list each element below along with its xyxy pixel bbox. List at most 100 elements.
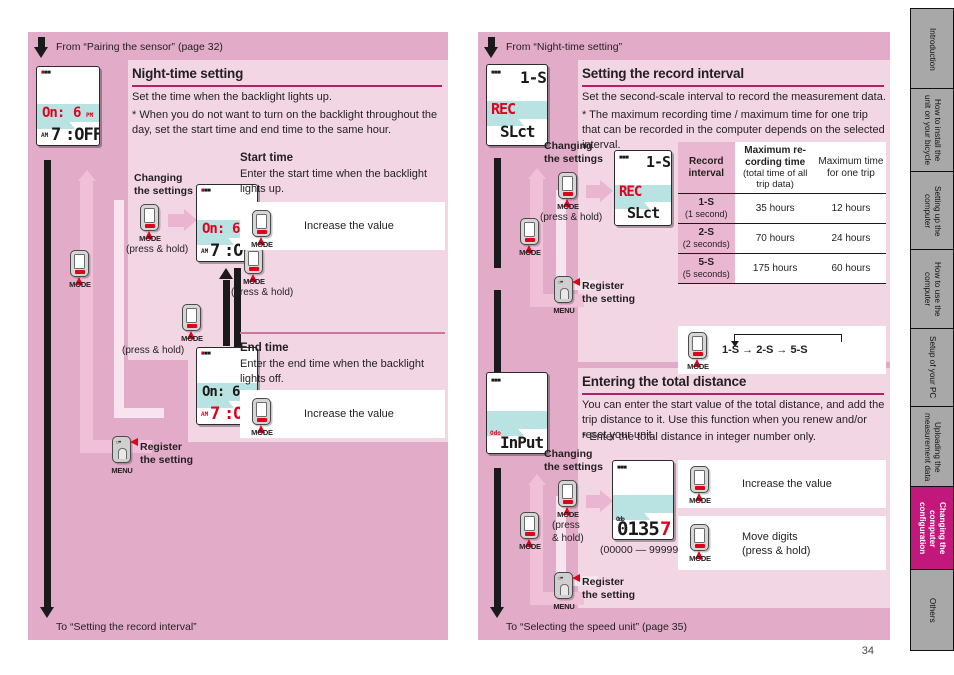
right-register-label-2: Register the setting bbox=[582, 576, 636, 601]
device-red-button bbox=[144, 224, 155, 228]
mode-button-up-label: MODE bbox=[181, 334, 203, 343]
right-section2-title: Entering the total distance bbox=[582, 374, 747, 389]
left-step-divider bbox=[240, 332, 445, 334]
device-body-back: ○•• bbox=[554, 276, 580, 303]
left-section-note: * When you do not want to turn on the ba… bbox=[132, 109, 438, 136]
sidebar-tab-setting-up[interactable]: Setting up the computer bbox=[910, 170, 954, 251]
mode-button-action-2-label: MODE bbox=[251, 428, 273, 437]
right-action-box-1: MODE Increase the value bbox=[678, 460, 886, 508]
device-back-arch bbox=[560, 288, 569, 299]
device-red-button bbox=[562, 192, 573, 196]
mode-button-spine-2[interactable]: MODE bbox=[519, 512, 541, 551]
lcd-input-main: ■■■ Odo InPut bbox=[486, 372, 548, 454]
device-body bbox=[252, 210, 271, 237]
device-red-button bbox=[248, 267, 259, 271]
table-cell-interval: 5-S (5 seconds) bbox=[678, 253, 735, 284]
menu-button-register-r2[interactable]: ○•• MENU bbox=[553, 572, 580, 611]
page-number: 34 bbox=[861, 645, 874, 657]
lcd-rec-bottom: SLct bbox=[500, 122, 536, 141]
sidebar-tab-how-to-use[interactable]: How to use the computer bbox=[910, 249, 954, 330]
right-register-label-1: Register the setting bbox=[582, 280, 636, 305]
mode-button-action-2[interactable]: MODE bbox=[251, 398, 273, 437]
left-loop-line-h bbox=[114, 408, 164, 418]
mode-button-loop[interactable]: MODE bbox=[687, 332, 709, 371]
odo-range-text: (00000 — 99999) bbox=[600, 544, 682, 556]
right-section1-rule bbox=[582, 85, 884, 87]
mode-button-spine[interactable]: MODE bbox=[69, 250, 91, 289]
device-screen bbox=[256, 402, 267, 417]
mode-button-up[interactable]: MODE bbox=[181, 304, 203, 343]
left-register-label: Register the setting bbox=[140, 441, 194, 466]
lcd-odo: ■■■ Odo 0135 7 bbox=[612, 460, 674, 540]
left-from-flow: From “Pairing the sensor” (page 32) bbox=[34, 36, 223, 58]
sidebar-tab-label: How to use the computer bbox=[923, 261, 942, 317]
left-panel: From “Pairing the sensor” (page 32) Nigh… bbox=[28, 32, 448, 640]
device-red-button bbox=[524, 238, 535, 242]
mode-button-changing-2[interactable]: MODE bbox=[557, 480, 579, 519]
device-screen bbox=[524, 516, 535, 531]
menu-button-register-r1-label: MENU bbox=[553, 306, 575, 315]
table-row: 2-S (2 seconds) 70 hours 24 hours bbox=[678, 223, 886, 254]
mode-button-changing[interactable]: MODE bbox=[139, 204, 161, 243]
device-red-button bbox=[186, 324, 197, 328]
menu-button-register-left[interactable]: ○•• MENU bbox=[111, 436, 138, 475]
device-body bbox=[520, 512, 539, 539]
mode-button-spine-1-label: MODE bbox=[519, 248, 541, 257]
lcd-on-label: On: bbox=[42, 105, 65, 121]
device-body bbox=[690, 524, 709, 551]
table-cell-maxtrip: 24 hours bbox=[815, 223, 886, 254]
right-arrow-2 bbox=[586, 490, 613, 512]
left-step1-action-text: Increase the value bbox=[304, 220, 394, 232]
table-cell-maxtrip: 12 hours bbox=[815, 193, 886, 224]
device-body bbox=[688, 332, 707, 359]
left-changing-hold: (press & hold) bbox=[126, 244, 189, 255]
right-panel: From “Night-time setting” Setting the re… bbox=[478, 32, 890, 640]
device-screen bbox=[694, 470, 705, 485]
left-section-title: Night-time setting bbox=[132, 66, 244, 81]
mode-button-action-1[interactable]: MODE bbox=[251, 210, 273, 249]
loop-sequence-box: MODE 1-S → 2-S → 5-S bbox=[678, 326, 886, 374]
device-screen bbox=[562, 484, 573, 499]
right-return-tip-1 bbox=[527, 168, 546, 179]
device-screen bbox=[562, 176, 573, 191]
device-red-button bbox=[694, 544, 705, 548]
device-screen bbox=[144, 208, 155, 223]
sidebar-tab-others[interactable]: Others bbox=[910, 568, 954, 651]
right-flow-spine-3 bbox=[494, 468, 501, 610]
device-body-back: ○•• bbox=[554, 572, 580, 599]
device-screen bbox=[694, 528, 705, 543]
loop-bracket-icon bbox=[731, 334, 842, 347]
sidebar-tab-uploading[interactable]: Uploading the measurement data bbox=[910, 406, 954, 489]
sidebar-tab-setup-pc[interactable]: Setup of your PC bbox=[910, 327, 954, 408]
sidebar-tab-label: Setup of your PC bbox=[928, 336, 937, 399]
mode-button-down-label: MODE bbox=[243, 277, 265, 286]
mode-button-changing-1[interactable]: MODE bbox=[557, 172, 579, 211]
sidebar-tab-changing-config[interactable]: Changing the computer configuration bbox=[910, 486, 954, 571]
device-screen bbox=[248, 251, 259, 266]
right-action-box-2: MODE Move digits (press & hold) bbox=[678, 516, 886, 570]
sidebar-tab-install[interactable]: How to install the unit on your bicycle bbox=[910, 88, 954, 173]
mode-button-action-r1[interactable]: MODE bbox=[689, 466, 711, 505]
device-body bbox=[558, 480, 577, 507]
device-body bbox=[690, 466, 709, 493]
left-changing-label: Changing the settings bbox=[134, 172, 193, 197]
mode-button-down[interactable]: MODE bbox=[243, 247, 265, 286]
sidebar-tab-label: Setting up the computer bbox=[923, 185, 942, 237]
arrow-down-icon bbox=[484, 36, 499, 58]
menu-button-register-r1[interactable]: ○•• MENU bbox=[553, 276, 580, 315]
lcd-rec-top: 1-S bbox=[520, 68, 547, 87]
left-loop-line-v bbox=[114, 200, 124, 418]
device-body-back: ○•• bbox=[112, 436, 138, 463]
right-arrow-1 bbox=[586, 180, 613, 202]
device-back-dots: ○•• bbox=[115, 440, 122, 446]
left-step1-title: Start time bbox=[240, 152, 294, 164]
sidebar-tab-introduction[interactable]: Introduction bbox=[910, 8, 954, 90]
device-back-dots: ○•• bbox=[557, 280, 564, 286]
device-screen bbox=[186, 308, 197, 323]
mode-button-spine-1[interactable]: MODE bbox=[519, 218, 541, 257]
table-cell-interval: 2-S (2 seconds) bbox=[678, 223, 735, 254]
lcd-off-ampm: AM bbox=[41, 132, 49, 139]
lcd-night-time-main: ■■■ ▲ On: 6 PM AM 7 :OFF bbox=[36, 66, 100, 146]
mode-button-action-r2[interactable]: MODE bbox=[689, 524, 711, 563]
mode-button-spine-label: MODE bbox=[69, 280, 91, 289]
